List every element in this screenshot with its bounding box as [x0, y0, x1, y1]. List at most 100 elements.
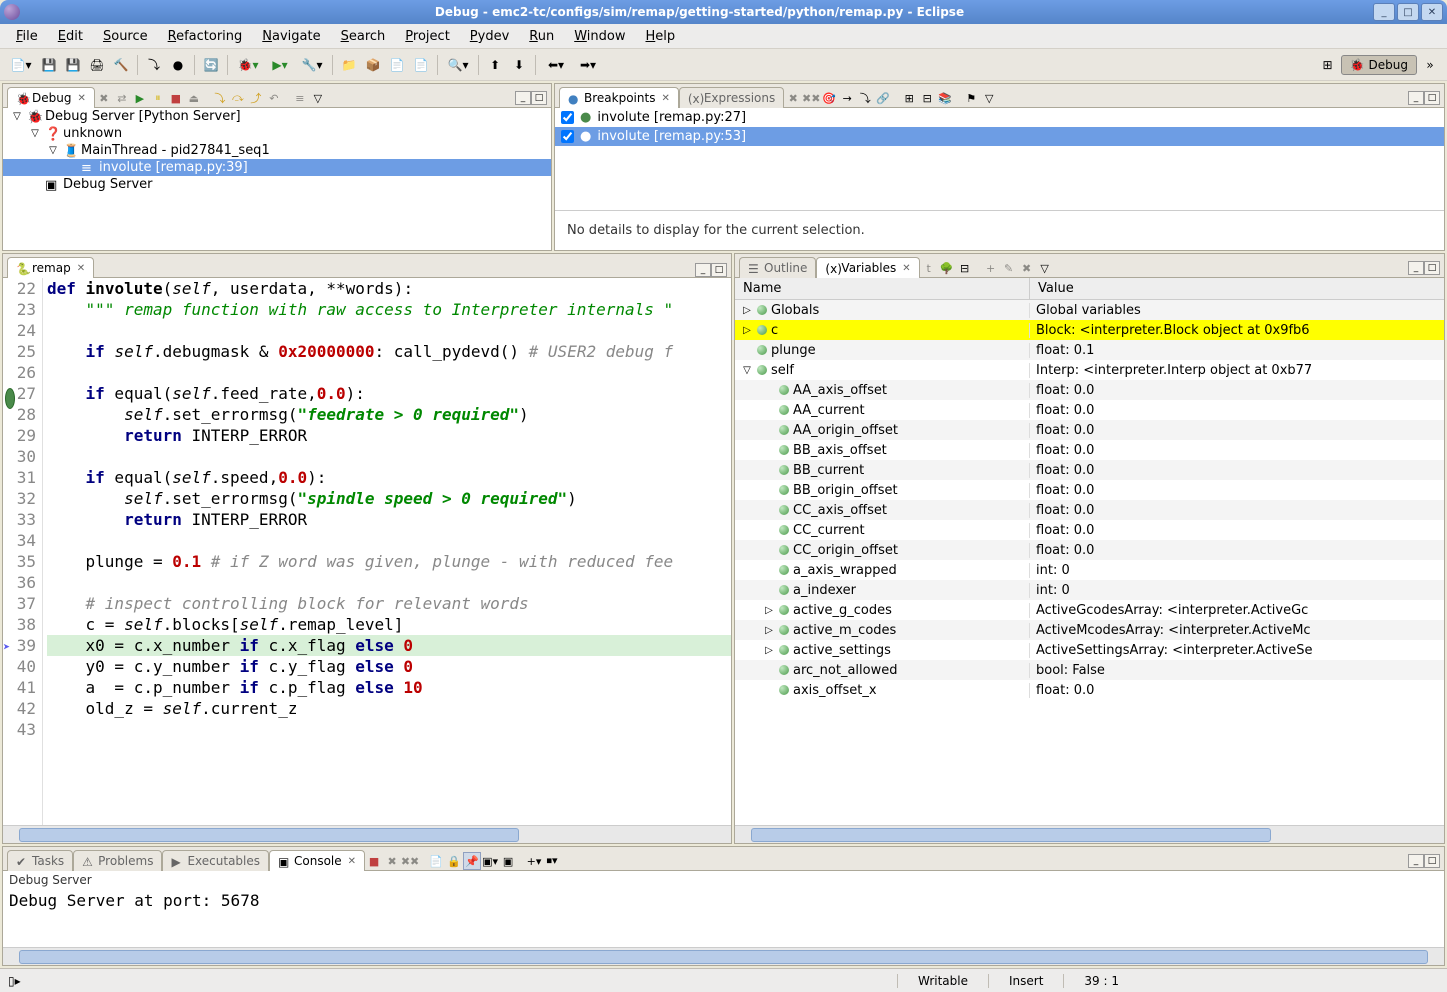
breakpoint-row[interactable]: ●involute [remap.py:27] [555, 108, 1444, 127]
pin-console-button[interactable]: 📌 [463, 852, 481, 870]
tab-debug[interactable]: 🐞 Debug ✕ [7, 87, 95, 108]
tab-problems[interactable]: ⚠ Problems [73, 850, 162, 871]
collapse-all-button[interactable]: ⊟ [918, 89, 936, 107]
tab-console[interactable]: ▣ Console ✕ [269, 850, 365, 871]
console-output[interactable]: Debug Server at port: 5678 [3, 889, 1444, 947]
col-name[interactable]: Name [735, 278, 1030, 299]
minimize-view-button[interactable]: _ [515, 91, 531, 105]
debug-tree-row[interactable]: ▽❓unknown [3, 125, 551, 142]
step-into-button[interactable]: ⤵ [211, 89, 229, 107]
step-return-button[interactable]: ⤴ [247, 89, 265, 107]
prev-annot-button[interactable]: ⬆ [484, 54, 506, 76]
menu-navigate[interactable]: Navigate [254, 27, 328, 46]
var-row[interactable]: ▽selfInterp: <interpreter.Interp object … [735, 360, 1444, 380]
close-button[interactable]: ✕ [1421, 3, 1443, 21]
var-row[interactable]: CC_axis_offsetfloat: 0.0 [735, 500, 1444, 520]
close-icon[interactable]: ✕ [661, 93, 669, 104]
new-class-button[interactable]: 📄 [410, 54, 432, 76]
menu-project[interactable]: Project [397, 27, 458, 46]
debug-tree-row[interactable]: ▽🧵MainThread - pid27841_seq1 [3, 142, 551, 159]
skip-bp-button[interactable]: ⤵ [143, 54, 165, 76]
drop-frame-button[interactable]: ↶ [265, 89, 283, 107]
search-button[interactable]: 🔍▾ [443, 54, 473, 76]
var-row[interactable]: a_indexerint: 0 [735, 580, 1444, 600]
remove-all-launch-button[interactable]: ✖✖ [401, 852, 419, 870]
close-icon[interactable]: ✕ [348, 856, 356, 867]
var-row[interactable]: plungefloat: 0.1 [735, 340, 1444, 360]
terminate-console-button[interactable]: ■ [365, 852, 383, 870]
display-console-button[interactable]: ▣▾ [481, 852, 499, 870]
menu-edit[interactable]: Edit [50, 27, 91, 46]
tab-editor-remap[interactable]: 🐍 remap ✕ [7, 257, 94, 278]
ext-tools-button[interactable]: 🔧▾ [297, 54, 327, 76]
breakpoint-marker[interactable] [5, 388, 15, 409]
new-pkg-button[interactable]: 📦 [362, 54, 384, 76]
edit-var-button[interactable]: ✎ [1000, 259, 1018, 277]
save-button[interactable]: 💾 [38, 54, 60, 76]
collapse-button[interactable]: ⊟ [956, 259, 974, 277]
debug-button[interactable]: 🐞▾ [233, 54, 263, 76]
menu-refactoring[interactable]: Refactoring [160, 27, 251, 46]
save-all-button[interactable]: 💾 [62, 54, 84, 76]
minimize-view-button[interactable]: _ [1408, 91, 1424, 105]
close-icon[interactable]: ✕ [77, 263, 85, 274]
remove-launch-button[interactable]: ✖ [383, 852, 401, 870]
remove-all-bp-button[interactable]: ✖✖ [802, 89, 820, 107]
menu-run[interactable]: Run [521, 27, 562, 46]
var-row[interactable]: AA_currentfloat: 0.0 [735, 400, 1444, 420]
variables-tree[interactable]: ▷GlobalsGlobal variables▷cBlock: <interp… [735, 300, 1444, 825]
console-hscrollbar[interactable] [3, 947, 1444, 965]
new-button[interactable]: 📄▾ [6, 54, 36, 76]
add-watch-button[interactable]: + [982, 259, 1000, 277]
bp-checkbox[interactable] [561, 130, 574, 143]
breadcrumb-icon[interactable]: ▯▸ [8, 974, 21, 988]
menu-source[interactable]: Source [95, 27, 156, 46]
breakpoints-list[interactable]: ●involute [remap.py:27]●involute [remap.… [555, 108, 1444, 210]
menu-help[interactable]: Help [638, 27, 684, 46]
menu-pydev[interactable]: Pydev [462, 27, 517, 46]
skip-all-button[interactable]: ⤵ [856, 89, 874, 107]
remove-bp-button[interactable]: ✖ [784, 89, 802, 107]
build-button[interactable]: 🔨 [110, 54, 132, 76]
debug-tree-row[interactable]: ▣Debug Server [3, 176, 551, 193]
back-button[interactable]: ⬅▾ [541, 54, 571, 76]
var-row[interactable]: ▷active_settingsActiveSettingsArray: <in… [735, 640, 1444, 660]
print-button[interactable]: 🖨 [86, 54, 108, 76]
var-row[interactable]: a_axis_wrappedint: 0 [735, 560, 1444, 580]
term-process-button[interactable]: ⏹▾ [543, 852, 561, 870]
new-module-button[interactable]: 📄 [386, 54, 408, 76]
tab-breakpoints[interactable]: ● Breakpoints ✕ [559, 87, 679, 108]
resume-button[interactable]: ▶ [131, 89, 149, 107]
tab-outline[interactable]: ☰ Outline [739, 257, 816, 278]
editor-hscrollbar[interactable] [3, 825, 731, 843]
step-over-button[interactable]: ⤼ [229, 89, 247, 107]
code-editor[interactable]: 222324252627282930313233343536373839➤404… [3, 278, 731, 825]
suspend-button[interactable]: ⏸ [149, 89, 167, 107]
fwd-button[interactable]: ➡▾ [573, 54, 603, 76]
remove-var-button[interactable]: ✖ [1018, 259, 1036, 277]
more-perspective-button[interactable]: » [1419, 54, 1441, 76]
var-row[interactable]: arc_not_allowedbool: False [735, 660, 1444, 680]
var-row[interactable]: BB_currentfloat: 0.0 [735, 460, 1444, 480]
breakpoint-row[interactable]: ●involute [remap.py:53] [555, 127, 1444, 146]
new-folder-button[interactable]: 📁 [338, 54, 360, 76]
var-row[interactable]: ▷cBlock: <interpreter.Block object at 0x… [735, 320, 1444, 340]
group-by-button[interactable]: 📚 [936, 89, 954, 107]
var-row[interactable]: BB_axis_offsetfloat: 0.0 [735, 440, 1444, 460]
var-row[interactable]: AA_axis_offsetfloat: 0.0 [735, 380, 1444, 400]
tab-expressions[interactable]: (x) Expressions [679, 87, 784, 108]
close-icon[interactable]: ✕ [77, 93, 85, 104]
var-row[interactable]: axis_offset_xfloat: 0.0 [735, 680, 1444, 700]
menu-search[interactable]: Search [333, 27, 394, 46]
clear-console-button[interactable]: 📄 [427, 852, 445, 870]
open-perspective-button[interactable]: ⊞ [1317, 54, 1339, 76]
show-type-button[interactable]: t [920, 259, 938, 277]
menu-window[interactable]: Window [566, 27, 633, 46]
bp-menu-button[interactable]: ▽ [980, 89, 998, 107]
terminate-button[interactable]: ■ [167, 89, 185, 107]
debug-tree[interactable]: ▽🐞Debug Server [Python Server]▽❓unknown▽… [3, 108, 551, 250]
bp-workingset-button[interactable]: ⚑ [962, 89, 980, 107]
debug-tree-row[interactable]: ≡involute [remap.py:39] [3, 159, 551, 176]
vars-menu-button[interactable]: ▽ [1036, 259, 1054, 277]
disconnect-button[interactable]: ⏏ [185, 89, 203, 107]
